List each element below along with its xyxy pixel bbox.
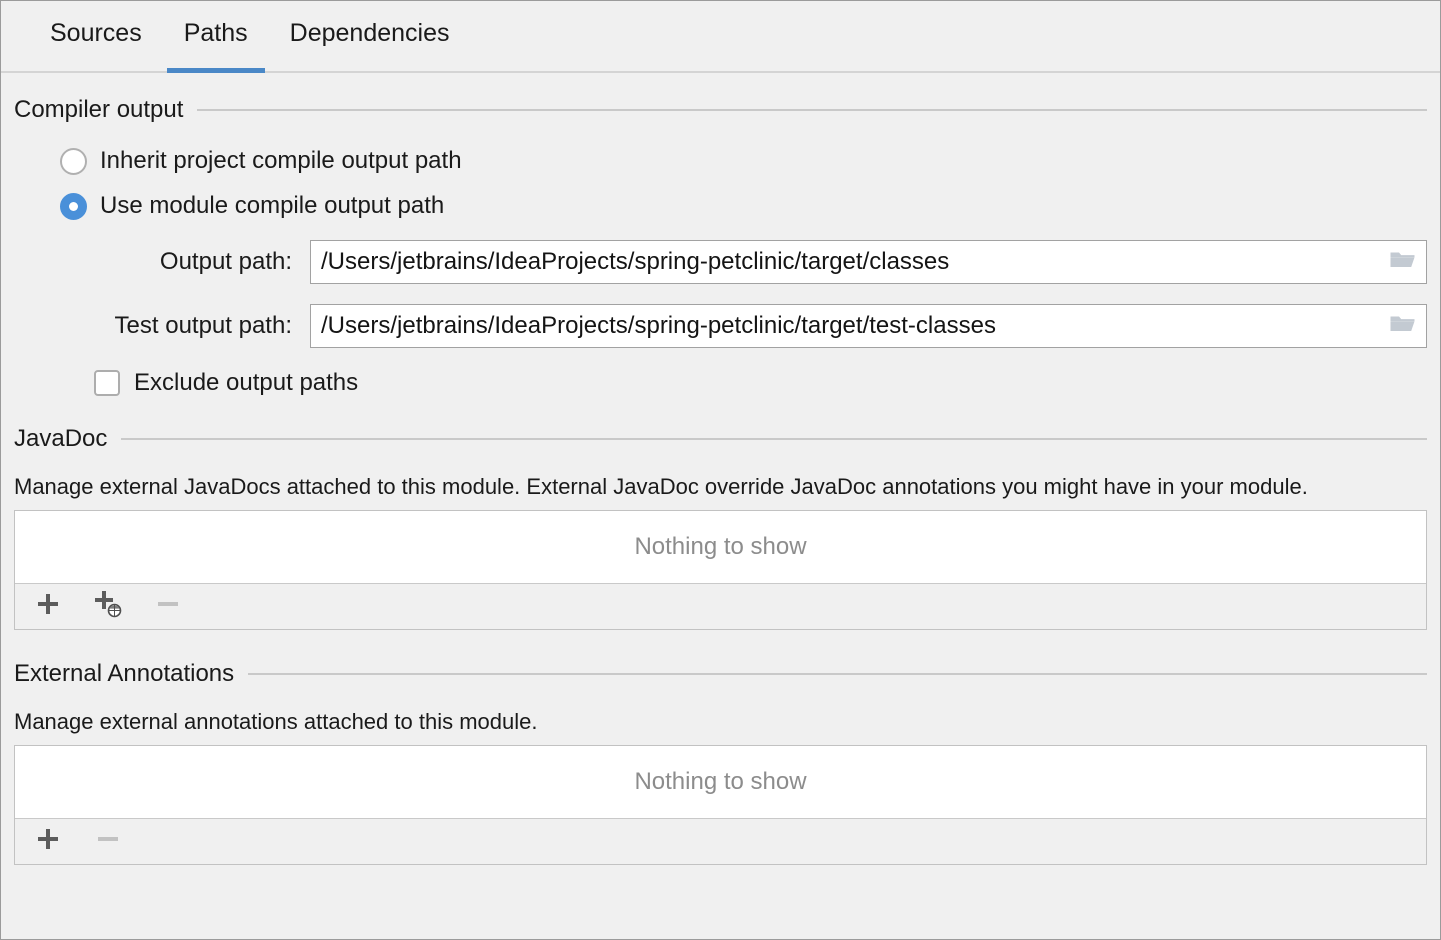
tab-paths[interactable]: Paths xyxy=(163,1,269,73)
javadoc-list-toolbar xyxy=(15,583,1426,629)
plus-globe-icon xyxy=(93,589,123,624)
paths-content: Compiler output Inherit project compile … xyxy=(1,96,1440,865)
minus-icon xyxy=(95,826,121,857)
tab-dependencies-underline xyxy=(273,68,467,73)
compiler-output-divider xyxy=(197,109,1427,111)
module-output-radio-row[interactable]: Use module compile output path xyxy=(60,192,1427,220)
javadoc-list-body[interactable]: Nothing to show xyxy=(15,511,1426,583)
exclude-output-paths-row[interactable]: Exclude output paths xyxy=(94,369,1427,397)
inherit-output-radio-label: Inherit project compile output path xyxy=(100,147,462,174)
minus-icon xyxy=(155,591,181,622)
tab-paths-underline xyxy=(166,68,265,73)
external-annotations-empty-text: Nothing to show xyxy=(634,768,807,795)
test-output-path-browse-button[interactable] xyxy=(1380,305,1426,347)
external-annotations-list-body[interactable]: Nothing to show xyxy=(15,746,1426,818)
tab-sources-underline xyxy=(33,68,159,73)
output-path-input[interactable]: /Users/jetbrains/IdeaProjects/spring-pet… xyxy=(311,248,1380,276)
exclude-output-paths-label: Exclude output paths xyxy=(134,369,359,396)
external-annotations-list-toolbar xyxy=(15,818,1426,864)
external-annotations-description: Manage external annotations attached to … xyxy=(14,709,538,734)
external-annotations-divider xyxy=(248,673,1427,675)
compiler-output-title: Compiler output xyxy=(14,96,184,123)
test-output-path-input[interactable]: /Users/jetbrains/IdeaProjects/spring-pet… xyxy=(311,312,1380,340)
tab-paths-label: Paths xyxy=(183,19,248,47)
javadoc-list-panel: Nothing to show xyxy=(14,510,1427,630)
module-output-radio-label: Use module compile output path xyxy=(100,192,445,219)
javadoc-title: JavaDoc xyxy=(14,425,108,452)
tab-bar: Sources Paths Dependencies xyxy=(1,1,1440,73)
test-output-path-label: Test output path: xyxy=(114,312,292,339)
javadoc-description: Manage external JavaDocs attached to thi… xyxy=(14,474,1308,499)
plus-icon xyxy=(35,826,61,857)
tab-sources-label: Sources xyxy=(50,19,142,47)
javadoc-add-button[interactable] xyxy=(31,590,65,624)
folder-icon xyxy=(1389,313,1417,340)
external-annotations-add-button[interactable] xyxy=(31,825,65,859)
exclude-output-paths-checkbox[interactable] xyxy=(94,370,120,396)
output-path-label: Output path: xyxy=(159,248,292,275)
folder-icon xyxy=(1389,249,1417,276)
output-path-browse-button[interactable] xyxy=(1380,241,1426,283)
external-annotations-remove-button[interactable] xyxy=(91,825,125,859)
external-annotations-list-panel: Nothing to show xyxy=(14,745,1427,865)
inherit-output-radio[interactable] xyxy=(60,147,87,175)
javadoc-divider xyxy=(121,438,1427,440)
javadoc-section-header: JavaDoc xyxy=(14,425,1427,453)
compiler-output-section-header: Compiler output xyxy=(14,96,1427,124)
tab-dependencies-label: Dependencies xyxy=(289,19,450,47)
javadoc-remove-button[interactable] xyxy=(151,590,185,624)
plus-icon xyxy=(35,591,61,622)
tab-dependencies[interactable]: Dependencies xyxy=(269,1,471,73)
tab-sources[interactable]: Sources xyxy=(29,1,163,73)
javadoc-add-url-button[interactable] xyxy=(91,590,125,624)
module-output-radio[interactable] xyxy=(60,192,87,220)
javadoc-empty-text: Nothing to show xyxy=(634,533,807,560)
module-paths-settings-window: Sources Paths Dependencies Compiler outp… xyxy=(0,0,1441,940)
inherit-output-radio-row[interactable]: Inherit project compile output path xyxy=(60,147,1427,175)
test-output-path-row: Test output path: /Users/jetbrains/IdeaP… xyxy=(14,304,1427,348)
output-path-row: Output path: /Users/jetbrains/IdeaProjec… xyxy=(14,240,1427,284)
output-path-field-wrapper[interactable]: /Users/jetbrains/IdeaProjects/spring-pet… xyxy=(310,240,1427,284)
external-annotations-section-header: External Annotations xyxy=(14,660,1427,688)
test-output-path-field-wrapper[interactable]: /Users/jetbrains/IdeaProjects/spring-pet… xyxy=(310,304,1427,348)
external-annotations-title: External Annotations xyxy=(14,660,235,687)
